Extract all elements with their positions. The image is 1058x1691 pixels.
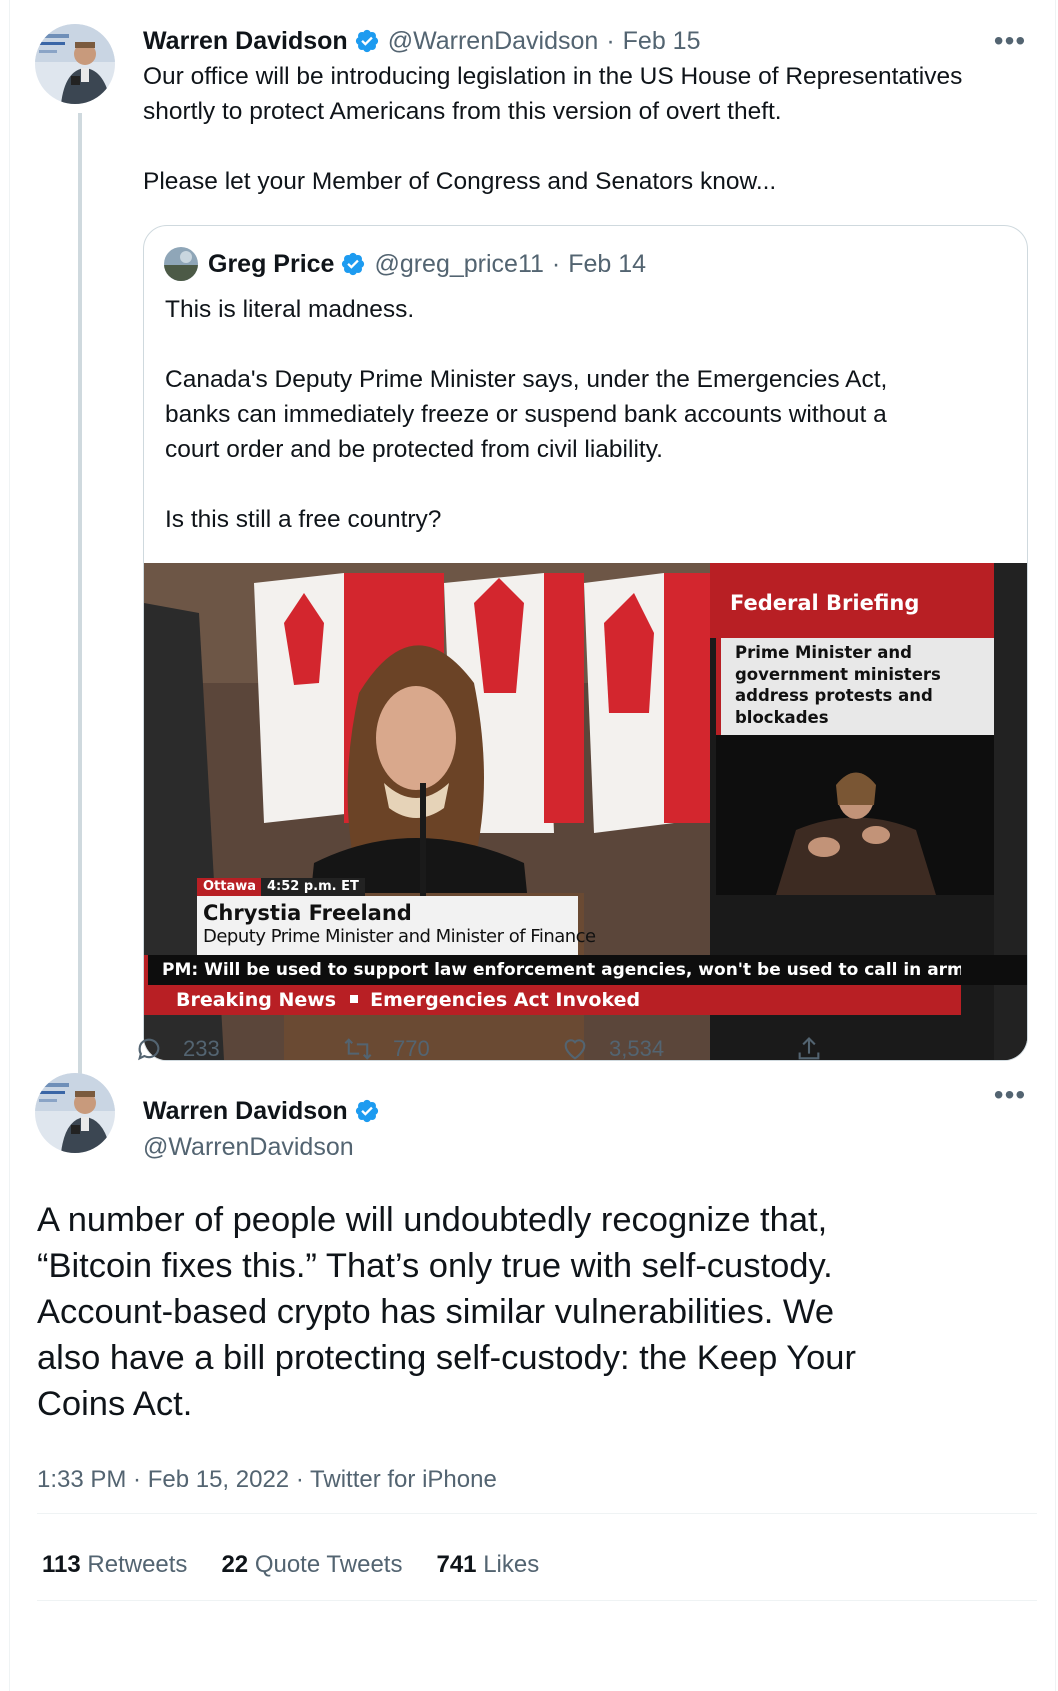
briefing-subtitle-line: address protests and xyxy=(735,686,933,705)
tweet-date[interactable]: Feb 15 xyxy=(623,27,701,56)
engagement-stats: 113 Retweets 22 Quote Tweets 741 Likes xyxy=(42,1551,573,1579)
breaking-news-headline: Emergencies Act Invoked xyxy=(370,989,641,1011)
retweet-count: 770 xyxy=(393,1036,430,1061)
heart-icon xyxy=(564,1039,586,1060)
breaking-news-bar: Breaking News Emergencies Act Invoked xyxy=(144,985,961,1015)
parent-tweet-text: Our office will be introducing legislati… xyxy=(143,59,1033,234)
quoted-author-name[interactable]: Greg Price xyxy=(208,250,334,279)
author-name[interactable]: Warren Davidson xyxy=(143,1097,348,1126)
ticker-end xyxy=(961,955,1027,985)
tweet-text-line: Account-based crypto has similar vulnera… xyxy=(37,1293,835,1331)
likes-stat[interactable]: 741 Likes xyxy=(436,1551,539,1579)
tweet-text-line: Canada's Deputy Prime Minister says, und… xyxy=(165,366,888,393)
frame-border-right xyxy=(1055,0,1056,1691)
news-ticker: PM: Will be used to support law enforcem… xyxy=(144,955,976,985)
parent-tweet-header: Warren Davidson @WarrenDavidson · Feb 15 xyxy=(143,26,701,56)
quoted-tweet-card[interactable]: Greg Price @greg_price11 · Feb 14 This i… xyxy=(143,225,1028,1061)
verified-badge-icon xyxy=(354,1098,380,1124)
briefing-subtitle-line: blockades xyxy=(735,707,829,727)
separator-dot: · xyxy=(606,26,615,55)
briefing-subtitle-line: government ministers xyxy=(735,664,941,684)
tweet-text-line: Is this still a free country? xyxy=(165,506,442,533)
speaker-name: Chrystia Freeland xyxy=(203,901,412,925)
quoted-tweet-header: Greg Price @greg_price11 · Feb 14 xyxy=(208,249,646,279)
retweets-stat[interactable]: 113 Retweets xyxy=(42,1551,187,1579)
speaker-title: Deputy Prime Minister and Minister of Fi… xyxy=(203,926,596,947)
more-options-icon[interactable]: ••• xyxy=(990,1081,1030,1109)
avatar[interactable] xyxy=(35,24,115,104)
main-tweet-text: A number of people will undoubtedly reco… xyxy=(37,1197,1037,1427)
quoted-author-handle[interactable]: @greg_price11 xyxy=(374,250,543,279)
share-button[interactable] xyxy=(795,1031,843,1067)
author-handle[interactable]: @WarrenDavidson xyxy=(388,27,599,56)
speaker-lower-third: Chrystia Freeland Deputy Prime Minister … xyxy=(197,896,596,958)
briefing-subtitle-line: Prime Minister and xyxy=(735,643,912,662)
tweet-text-line: A number of people will undoubtedly reco… xyxy=(37,1201,828,1239)
retweets-count: 113 xyxy=(42,1551,81,1578)
tweet-text-line: Coins Act. xyxy=(37,1385,193,1423)
tweet-text-line: banks can immediately freeze or suspend … xyxy=(165,401,887,428)
divider xyxy=(37,1513,1037,1514)
divider xyxy=(37,1600,1037,1601)
time-tag: 4:52 p.m. ET xyxy=(261,878,365,896)
author-name[interactable]: Warren Davidson xyxy=(143,27,348,56)
tweet-text-line: “Bitcoin fixes this.” That’s only true w… xyxy=(37,1247,833,1285)
frame-border-left xyxy=(9,0,10,1691)
reply-count: 233 xyxy=(183,1036,220,1061)
federal-briefing-label: Federal Briefing xyxy=(710,563,994,638)
quoted-tweet-text: This is literal madness. Canada's Deputy… xyxy=(165,292,1015,572)
retweet-button[interactable]: 770 xyxy=(343,1031,430,1067)
verified-badge-icon xyxy=(354,28,380,54)
likes-count: 741 xyxy=(436,1551,477,1578)
sign-language-interpreter xyxy=(716,735,994,895)
tweet-text-line: Please let your Member of Congress and S… xyxy=(143,168,777,195)
quoted-avatar[interactable] xyxy=(164,247,198,281)
likes-label: Likes xyxy=(483,1551,540,1578)
quoted-tweet-date[interactable]: Feb 14 xyxy=(568,250,646,279)
tweet-text-line: also have a bill protecting self-custody… xyxy=(37,1339,856,1377)
location-tag: Ottawa xyxy=(197,878,263,896)
tweet-timestamp-source[interactable]: 1:33 PM · Feb 15, 2022 · Twitter for iPh… xyxy=(37,1466,497,1494)
thread-connector-line xyxy=(78,113,82,1150)
tweet-text-line: This is literal madness. xyxy=(165,296,415,323)
separator-dot: · xyxy=(551,249,561,278)
breaking-news-label: Breaking News xyxy=(176,989,337,1011)
main-tweet-header: Warren Davidson @WarrenDavidson xyxy=(143,1095,388,1162)
bullet-icon xyxy=(350,995,359,1003)
verified-badge-icon xyxy=(340,251,366,277)
reply-button[interactable]: 233 xyxy=(135,1031,220,1067)
quote-tweets-count: 22 xyxy=(221,1551,249,1578)
tweet-text-line: Our office will be introducing legislati… xyxy=(143,63,963,90)
like-count: 3,534 xyxy=(609,1036,665,1061)
tweet-text-line: shortly to protect Americans from this v… xyxy=(143,98,782,125)
author-handle[interactable]: @WarrenDavidson xyxy=(143,1133,388,1162)
avatar[interactable] xyxy=(35,1073,115,1153)
news-broadcast-image[interactable]: Federal Briefing Prime Minister and gove… xyxy=(144,563,1027,1060)
retweet-icon xyxy=(344,1038,372,1060)
share-icon xyxy=(798,1037,820,1060)
tweet-text-line: court order and be protected from civil … xyxy=(165,436,663,463)
retweets-label: Retweets xyxy=(87,1551,188,1578)
quote-tweets-label: Quote Tweets xyxy=(254,1551,403,1578)
briefing-subtitle: Prime Minister and government ministers … xyxy=(716,638,994,735)
like-button[interactable]: 3,534 xyxy=(561,1031,664,1067)
quote-tweets-stat[interactable]: 22 Quote Tweets xyxy=(221,1551,402,1579)
reply-icon xyxy=(138,1038,160,1061)
more-options-icon[interactable]: ••• xyxy=(990,27,1030,55)
frame-edge-bar xyxy=(994,563,1027,1060)
